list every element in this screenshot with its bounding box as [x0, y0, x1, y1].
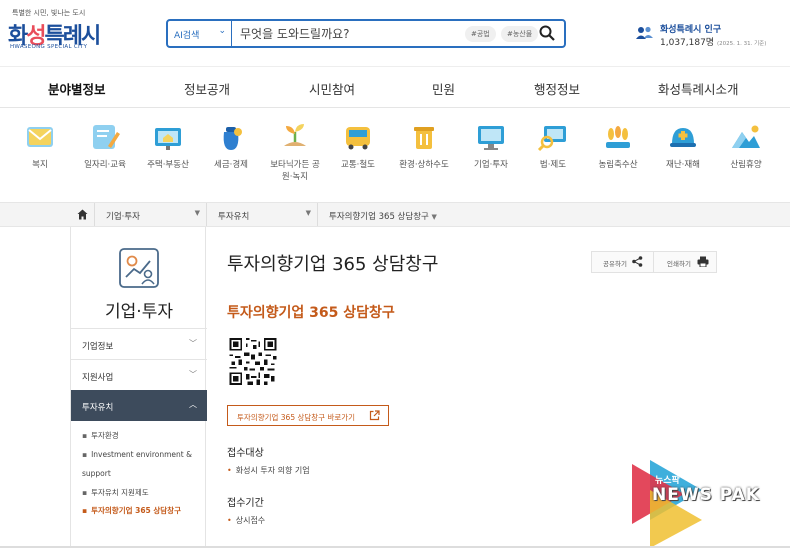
side-submenu-investment-env-en-2[interactable]: support — [82, 464, 202, 483]
logo-english: HWASEONG SPECIAL CITY — [10, 44, 88, 50]
money-bag-icon — [214, 120, 248, 154]
trash-bin-icon — [407, 120, 441, 154]
category-transport[interactable]: 교통·철도 — [330, 120, 386, 171]
people-icon — [636, 26, 653, 39]
external-link-icon — [369, 410, 380, 421]
side-submenu-environment[interactable]: ▪ 투자환경 — [82, 426, 202, 445]
business-investment-icon — [119, 248, 159, 288]
newspak-watermark: 뉴스팍 NEWS PAK — [632, 460, 790, 548]
search-bar: AI검색 ⌄ 무엇을 도와드릴까요? #공법 #농산물 — [166, 19, 566, 48]
list-item: • 화성시 투자 의향 기업 — [227, 466, 310, 475]
page-title: 투자의향기업 365 상담창구 — [227, 254, 439, 275]
side-navigation: 기업·투자 기업정보 ﹀ 지원사업 ﹀ 투자유치 ︿ ▪ 투자환경 ▪ Investmen… — [70, 227, 207, 548]
search-input[interactable]: 무엇을 도와드릴까요? — [240, 25, 350, 42]
population-value: 1,037,187명 (2025. 1. 31. 기준) — [660, 38, 767, 48]
nav-item-about[interactable]: 화성특례시소개 — [658, 79, 739, 98]
category-tax-economy[interactable]: 세금·경제 — [203, 120, 259, 171]
watermark-name: NEWS PAK — [652, 485, 760, 505]
section-heading-period: 접수기간 — [227, 498, 264, 509]
magnifier-doc-icon — [536, 120, 570, 154]
breadcrumb-level2[interactable]: 투자유치 ▼ — [208, 203, 318, 226]
share-button[interactable]: 공유하기 — [592, 252, 654, 272]
population-info: 화성특례시 인구 1,037,187명 (2025. 1. 31. 기준) — [636, 22, 786, 48]
bus-icon — [341, 120, 375, 154]
category-disaster[interactable]: 재난·재해 — [655, 120, 711, 171]
site-header: 특별한 시민, 빛나는 도시 화성특례시 HWASEONG SPECIAL CI… — [0, 0, 790, 66]
nav-item-disclosure[interactable]: 정보공개 — [184, 79, 230, 98]
side-submenu-365-desk[interactable]: ▪ 투자의향기업 365 상담창구 — [82, 501, 202, 520]
home-button[interactable] — [70, 203, 95, 226]
breadcrumb-level3[interactable]: 투자의향기업 365 상담창구 ▼ — [319, 203, 439, 226]
nav-item-participation[interactable]: 시민참여 — [309, 79, 355, 98]
search-tag-chip[interactable]: #농산물 — [501, 26, 539, 42]
site-logo[interactable]: 특별한 시민, 빛나는 도시 화성특례시 HWASEONG SPECIAL CI… — [8, 8, 108, 54]
qr-code-image — [229, 338, 277, 385]
search-type-select[interactable]: AI검색 ⌄ — [168, 21, 232, 46]
section-heading-target: 접수대상 — [227, 448, 264, 459]
category-housing[interactable]: 주택·부동산 — [140, 120, 196, 171]
chevron-down-icon: ﹀ — [189, 370, 197, 379]
category-law[interactable]: 법·제도 — [525, 120, 581, 171]
caret-down-icon: ▼ — [305, 209, 311, 217]
population-label: 화성특례시 인구 — [660, 25, 722, 35]
category-agriculture[interactable]: 농림축수산 — [590, 120, 646, 171]
side-nav-title: 기업·투자 — [105, 302, 173, 322]
pencil-note-icon — [88, 120, 122, 154]
category-icon-menu: 복지 일자리·교육 주택·부동산 세금·경제 보타닉가든 공원·녹지 교통·철도… — [0, 108, 790, 202]
list-item: • 상시접수 — [227, 516, 266, 525]
caret-down-icon: ▼ — [194, 209, 200, 217]
side-menu-company-info[interactable]: 기업정보 ﹀ — [71, 328, 207, 359]
share-icon — [632, 256, 643, 267]
home-icon — [77, 209, 88, 220]
page-tools: 공유하기 인쇄하기 — [591, 251, 717, 273]
monitor-icon — [474, 120, 508, 154]
category-environment[interactable]: 환경·상하수도 — [396, 120, 452, 171]
chevron-down-icon: ﹀ — [189, 339, 197, 348]
print-button[interactable]: 인쇄하기 — [655, 252, 717, 272]
mail-icon — [23, 120, 57, 154]
category-welfare[interactable]: 복지 — [12, 120, 68, 171]
helmet-icon — [666, 120, 700, 154]
category-forest[interactable]: 산림휴양 — [718, 120, 774, 171]
side-menu-investment[interactable]: 투자유치 ︿ — [71, 390, 207, 421]
shortcut-link-button[interactable]: 투자의향기업 365 상담창구 바로가기 — [227, 405, 389, 426]
side-submenu-investment-env-en[interactable]: ▪ Investment environment & — [82, 445, 202, 464]
main-navigation: 분야별정보 정보공개 시민참여 민원 행정정보 화성특례시소개 — [0, 66, 790, 108]
mountain-icon — [729, 120, 763, 154]
print-icon — [697, 256, 709, 267]
search-tag-chip[interactable]: #공법 — [465, 26, 496, 42]
nav-item-civil[interactable]: 민원 — [432, 79, 455, 98]
chevron-up-icon: ︿ — [189, 400, 197, 409]
logo-tagline: 특별한 시민, 빛나는 도시 — [12, 9, 86, 17]
category-parks[interactable]: 보타닉가든 공원·녹지 — [267, 120, 323, 183]
wheat-icon — [601, 120, 635, 154]
category-jobs-education[interactable]: 일자리·교육 — [77, 120, 133, 171]
caret-down-icon: ▼ — [431, 213, 437, 221]
nav-item-fields[interactable]: 분야별정보 — [48, 79, 106, 98]
nav-item-admin[interactable]: 행정정보 — [534, 79, 580, 98]
chevron-down-icon: ⌄ — [218, 26, 226, 36]
breadcrumb-level1[interactable]: 기업·투자 ▼ — [96, 203, 207, 226]
side-submenu-support-system[interactable]: ▪ 투자유치 지원제도 — [82, 483, 202, 502]
breadcrumb: 기업·투자 ▼ 투자유치 ▼ 투자의향기업 365 상담창구 ▼ — [0, 202, 790, 227]
sprout-icon — [278, 120, 312, 154]
category-business[interactable]: 기업·투자 — [463, 120, 519, 171]
side-menu-support[interactable]: 지원사업 ﹀ — [71, 359, 207, 390]
search-icon[interactable] — [538, 24, 556, 42]
house-board-icon — [151, 120, 185, 154]
section-title: 투자의향기업 365 상담창구 — [227, 305, 395, 321]
